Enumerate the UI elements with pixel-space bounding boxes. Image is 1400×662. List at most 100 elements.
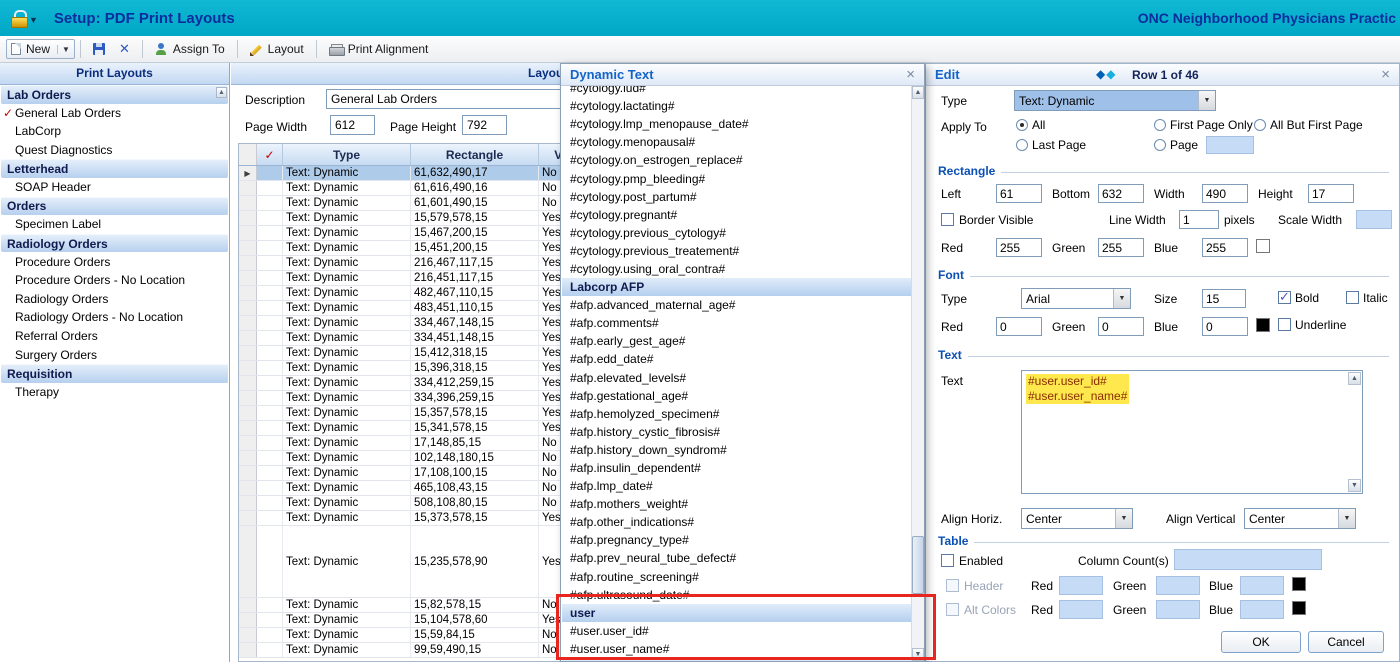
scroll-up-arrow[interactable]: ▲ bbox=[912, 86, 924, 99]
alt-colors-blue-input[interactable] bbox=[1240, 600, 1284, 619]
dynamic-text-item[interactable]: #afp.other_indications# bbox=[562, 513, 911, 531]
dynamic-text-item[interactable]: #cytology.post_partum# bbox=[562, 188, 911, 206]
dynamic-text-item[interactable]: #cytology.lmp_menopause_date# bbox=[562, 115, 911, 133]
sidebar-item-procedure-orders-no-location[interactable]: Procedure Orders - No Location bbox=[0, 271, 229, 290]
dynamic-text-item[interactable]: #afp.pregnancy_type# bbox=[562, 531, 911, 549]
column-counts-input[interactable] bbox=[1174, 549, 1322, 570]
page-height-input[interactable] bbox=[462, 115, 507, 135]
sidebar-item-procedure-orders[interactable]: Procedure Orders bbox=[0, 252, 229, 271]
prev-row-icon[interactable]: ◆ bbox=[1096, 67, 1106, 81]
dynamic-text-item[interactable]: #afp.history_down_syndrom# bbox=[562, 441, 911, 459]
line-width-input[interactable] bbox=[1179, 210, 1219, 229]
textarea-scroll-up-arrow[interactable]: ▲ bbox=[1348, 372, 1361, 385]
type-column-header[interactable]: Type bbox=[283, 144, 411, 165]
sidebar-group-radiology-orders[interactable]: Radiology Orders bbox=[1, 233, 228, 253]
table-header-checkbox[interactable] bbox=[946, 579, 959, 592]
dynamic-text-item[interactable]: #afp.ultrasound_date# bbox=[562, 586, 911, 604]
radio-first-page-only[interactable] bbox=[1154, 119, 1166, 131]
assign-to-button[interactable]: Assign To bbox=[148, 40, 232, 58]
font-green-input[interactable] bbox=[1098, 317, 1144, 336]
dynamic-text-group-user[interactable]: user bbox=[562, 603, 911, 622]
sidebar-item-therapy[interactable]: Therapy bbox=[0, 383, 229, 402]
page-width-input[interactable] bbox=[330, 115, 375, 135]
table-enabled-checkbox[interactable] bbox=[941, 554, 954, 567]
rect-green-input[interactable] bbox=[1098, 238, 1144, 257]
delete-button[interactable]: ✕ bbox=[112, 41, 137, 57]
check-column-header[interactable]: ✓ bbox=[257, 144, 283, 165]
save-button[interactable] bbox=[86, 41, 112, 57]
lock-dropdown-arrow[interactable]: ▼ bbox=[29, 15, 38, 25]
sidebar-group-letterhead[interactable]: Letterhead bbox=[1, 159, 228, 178]
radio-all[interactable] bbox=[1016, 119, 1028, 131]
row-nav-arrows[interactable]: ◆◆ bbox=[1096, 67, 1116, 81]
sidebar-item-quest-diagnostics[interactable]: Quest Diagnostics bbox=[0, 141, 229, 160]
scroll-down-arrow[interactable]: ▼ bbox=[912, 648, 924, 661]
rect-color-swatch[interactable] bbox=[1256, 239, 1270, 253]
type-dropdown[interactable]: Text: Dynamic ▼ bbox=[1014, 90, 1216, 111]
alt-colors-color-swatch[interactable] bbox=[1292, 601, 1306, 615]
width-input[interactable] bbox=[1202, 184, 1248, 203]
sidebar-item-radiology-orders[interactable]: Radiology Orders bbox=[0, 290, 229, 309]
sidebar-item-referral-orders[interactable]: Referral Orders bbox=[0, 327, 229, 346]
italic-checkbox[interactable] bbox=[1346, 291, 1359, 304]
dynamic-text-item[interactable]: #cytology.lactating# bbox=[562, 97, 911, 115]
alt-colors-green-input[interactable] bbox=[1156, 600, 1200, 619]
underline-checkbox[interactable] bbox=[1278, 318, 1291, 331]
scale-width-input[interactable] bbox=[1356, 210, 1392, 229]
dynamic-text-item[interactable]: #cytology.iud# bbox=[562, 86, 911, 97]
sidebar-item-labcorp[interactable]: LabCorp bbox=[0, 122, 229, 141]
chevron-down-icon[interactable]: ▼ bbox=[1338, 509, 1355, 528]
table-header-red-input[interactable] bbox=[1059, 576, 1103, 595]
lock-icon[interactable] bbox=[10, 9, 28, 28]
print-alignment-button[interactable]: Print Alignment bbox=[322, 40, 436, 58]
text-content-area[interactable]: #user.user_id# #user.user_name# ▲ ▼ bbox=[1021, 370, 1363, 494]
dynamic-text-item[interactable]: #cytology.menopausal# bbox=[562, 133, 911, 151]
dynamic-text-item[interactable]: #afp.insulin_dependent# bbox=[562, 459, 911, 477]
dynamic-text-item[interactable]: #user.user_name# bbox=[562, 640, 911, 658]
align-horiz-dropdown[interactable]: Center ▼ bbox=[1021, 508, 1133, 529]
sidebar-item-general-lab-orders[interactable]: ✓ General Lab Orders bbox=[0, 104, 229, 123]
page-number-input[interactable] bbox=[1206, 136, 1254, 154]
alt-colors-checkbox[interactable] bbox=[946, 603, 959, 616]
bottom-input[interactable] bbox=[1098, 184, 1144, 203]
font-color-swatch[interactable] bbox=[1256, 318, 1270, 332]
sidebar-scroll-up-arrow[interactable]: ▲ bbox=[216, 87, 227, 98]
sidebar-item-soap-header[interactable]: SOAP Header bbox=[0, 178, 229, 197]
dynamic-text-item[interactable]: #afp.edd_date# bbox=[562, 350, 911, 368]
dynamic-text-item[interactable]: #user.user_id# bbox=[562, 622, 911, 640]
dynamic-text-close-icon[interactable]: × bbox=[906, 65, 915, 85]
dynamic-text-group-labcorp-afp[interactable]: Labcorp AFP bbox=[562, 278, 911, 297]
dynamic-text-item[interactable]: #cytology.previous_cytology# bbox=[562, 224, 911, 242]
radio-last-page[interactable] bbox=[1016, 139, 1028, 151]
chevron-down-icon[interactable]: ▼ bbox=[1198, 91, 1215, 110]
dynamic-text-item[interactable]: #afp.hemolyzed_specimen# bbox=[562, 405, 911, 423]
dynamic-text-item[interactable]: #cytology.on_estrogen_replace# bbox=[562, 151, 911, 169]
table-header-color-swatch[interactable] bbox=[1292, 577, 1306, 591]
table-header-blue-input[interactable] bbox=[1240, 576, 1284, 595]
next-row-icon[interactable]: ◆ bbox=[1106, 67, 1116, 81]
chevron-down-icon[interactable]: ▼ bbox=[1115, 509, 1132, 528]
table-header-green-input[interactable] bbox=[1156, 576, 1200, 595]
dynamic-text-scrollbar[interactable]: ▲ ▼ bbox=[911, 86, 924, 661]
height-input[interactable] bbox=[1308, 184, 1354, 203]
dynamic-text-item[interactable]: #afp.early_gest_age# bbox=[562, 332, 911, 350]
new-dropdown-arrow[interactable]: ▼ bbox=[57, 44, 70, 54]
edit-close-icon[interactable]: × bbox=[1381, 65, 1390, 85]
dynamic-text-item[interactable]: #afp.lmp_date# bbox=[562, 477, 911, 495]
sidebar-group-lab-orders[interactable]: Lab Orders bbox=[1, 85, 228, 104]
sidebar-group-orders[interactable]: Orders bbox=[1, 196, 228, 216]
font-blue-input[interactable] bbox=[1202, 317, 1248, 336]
dynamic-text-item[interactable]: #afp.gestational_age# bbox=[562, 387, 911, 405]
dynamic-text-item[interactable]: #afp.mothers_weight# bbox=[562, 495, 911, 513]
dynamic-text-item[interactable]: #cytology.pmp_bleeding# bbox=[562, 169, 911, 187]
new-button[interactable]: New ▼ bbox=[6, 39, 75, 59]
dynamic-text-item[interactable] bbox=[562, 658, 911, 661]
layout-button[interactable]: Layout bbox=[243, 40, 311, 58]
chevron-down-icon[interactable]: ▼ bbox=[1113, 289, 1130, 308]
radio-all-but-first-page[interactable] bbox=[1254, 119, 1266, 131]
font-size-input[interactable] bbox=[1202, 289, 1246, 308]
dynamic-text-item[interactable]: #afp.routine_screening# bbox=[562, 568, 911, 586]
rect-blue-input[interactable] bbox=[1202, 238, 1248, 257]
sidebar-item-specimen-label[interactable]: Specimen Label bbox=[0, 215, 229, 234]
textarea-scroll-down-arrow[interactable]: ▼ bbox=[1348, 479, 1361, 492]
